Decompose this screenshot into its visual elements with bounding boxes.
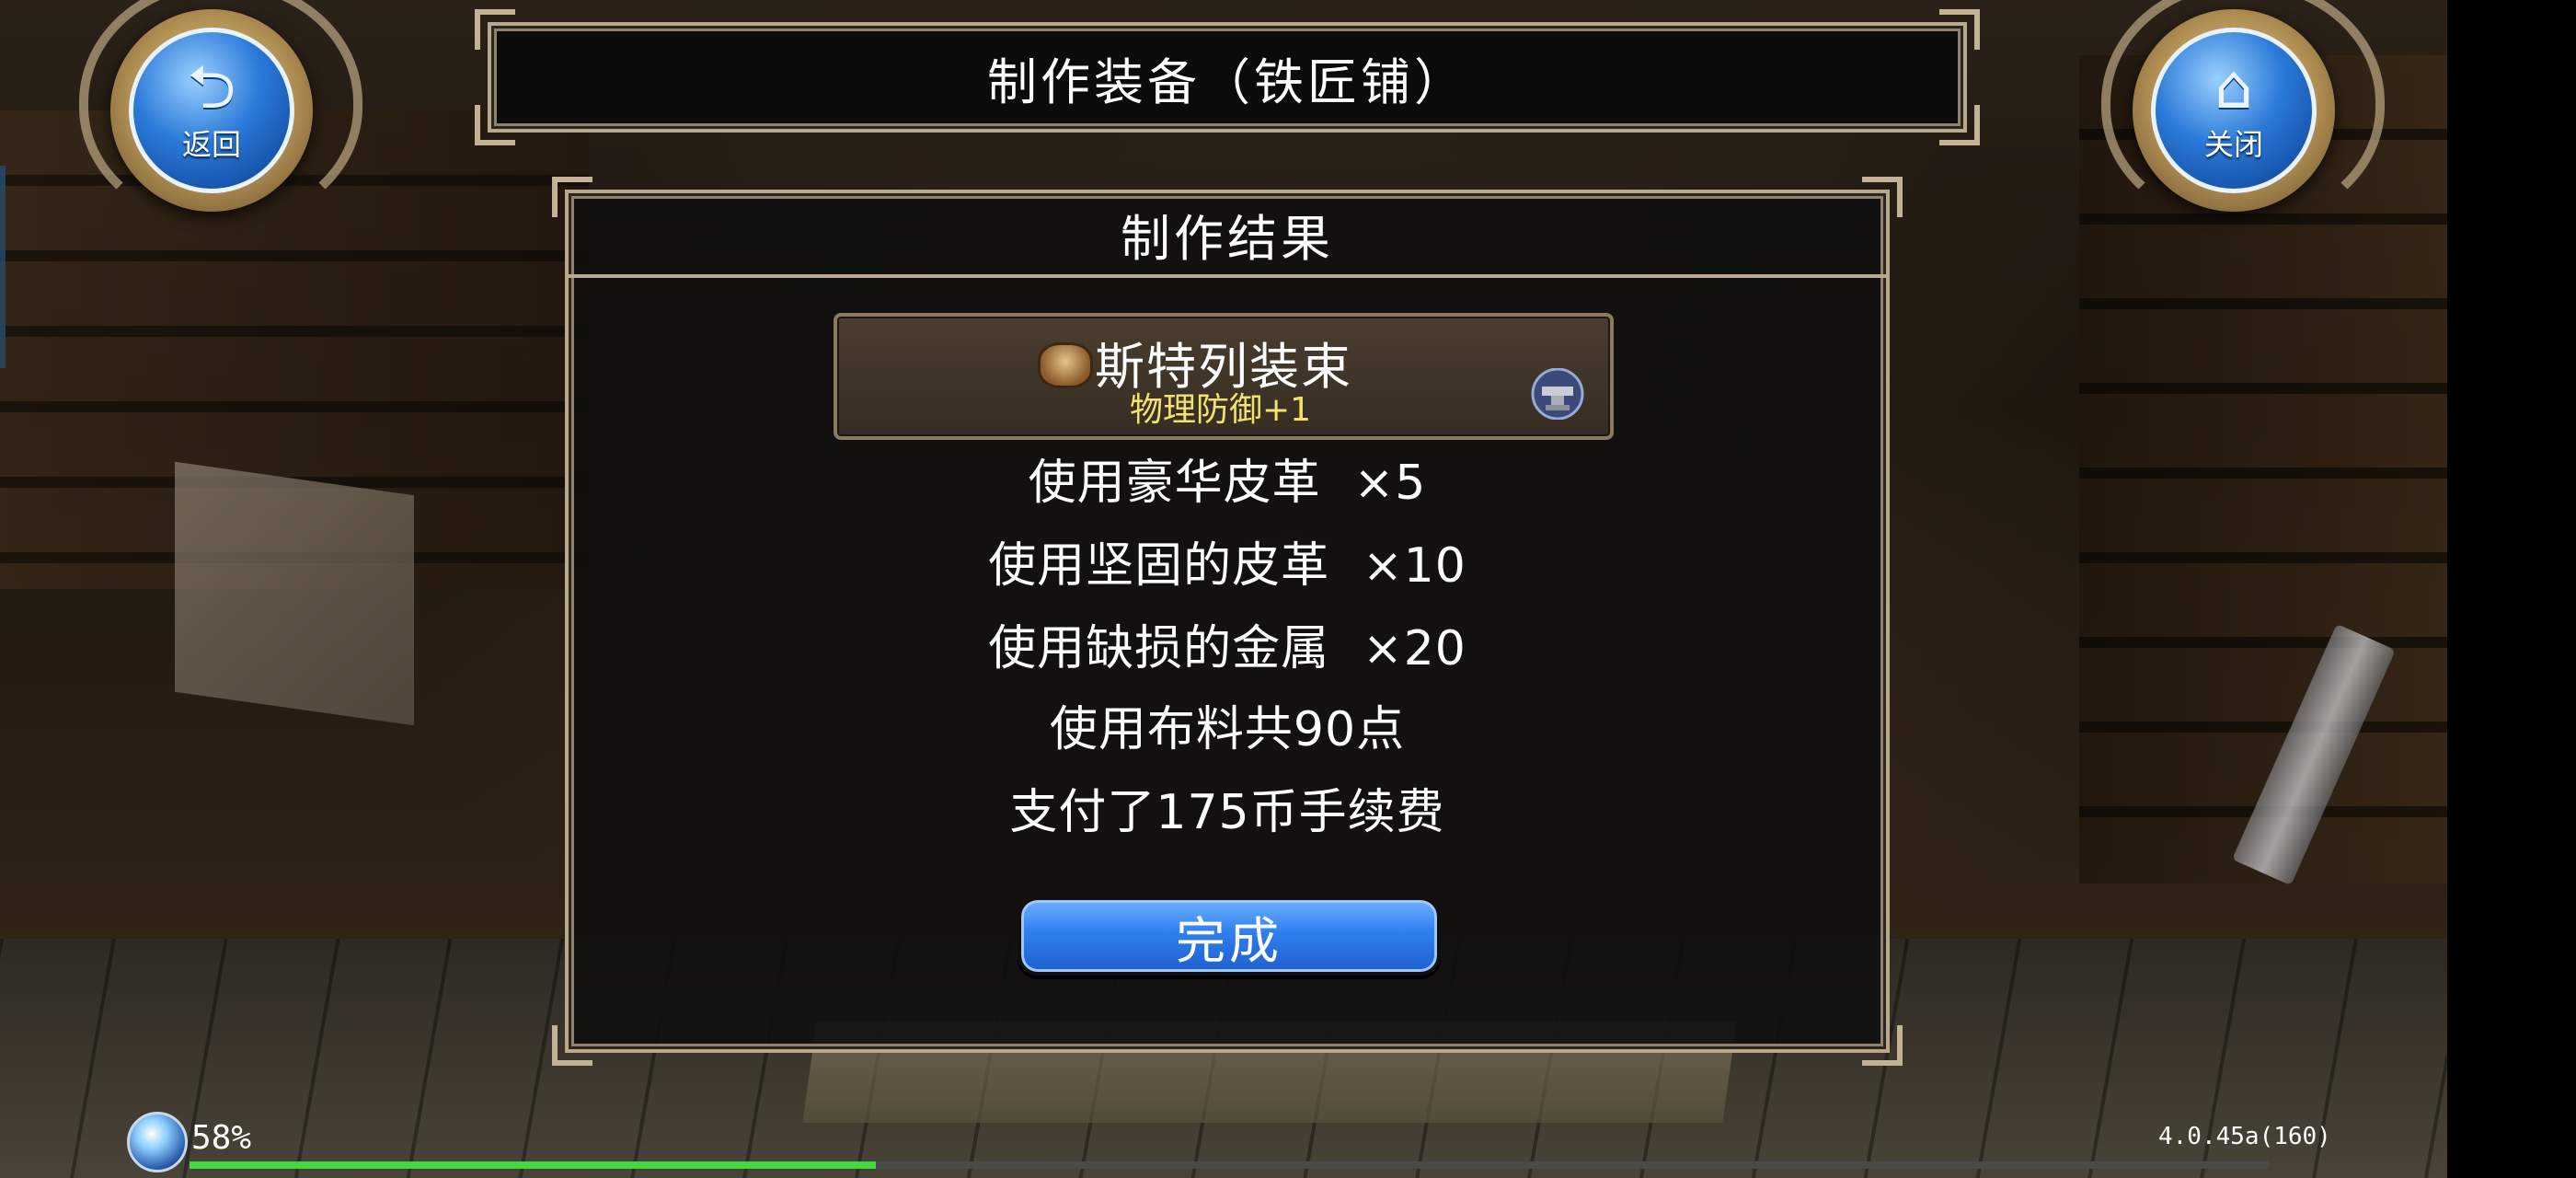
usage-qty: ×5: [1353, 456, 1427, 511]
game-screen: ⮌ 返回 制作装备（铁匠铺） ⌂ 关闭 制作结果 斯特列装束 物理防御+1 使用…: [0, 0, 2576, 1178]
xp-percent: 58%: [191, 1119, 252, 1157]
panel-title: 制作结果: [1121, 209, 1334, 268]
close-button[interactable]: ⌂ 关闭: [2101, 0, 2385, 226]
version-label: 4.0.45a(160): [2158, 1123, 2331, 1150]
usage-text: 使用布料共90点: [1049, 702, 1406, 757]
usage-text: 支付了175币手续费: [1009, 785, 1445, 840]
parchment-stand-background: [175, 461, 414, 726]
frame-corner: [475, 9, 515, 50]
ornate-ring: [79, 0, 362, 226]
list-item: 使用布料共90点: [569, 698, 1886, 762]
list-item: 使用豪华皮革 ×5: [569, 451, 1886, 515]
anvil-icon: [1531, 368, 1584, 420]
usage-text: 使用坚固的皮革: [988, 538, 1330, 594]
frame-corner: [1862, 1025, 1903, 1066]
done-button[interactable]: 完成: [1018, 896, 1441, 976]
xp-progress-bar: [190, 1161, 2269, 1169]
xp-progress-fill: [190, 1161, 876, 1169]
title-banner: 制作装备（铁匠铺）: [475, 9, 1980, 145]
list-item: 使用缺损的金属 ×20: [569, 617, 1886, 681]
panel-header: 制作结果: [569, 193, 1886, 278]
xp-orb-icon: [127, 1112, 188, 1172]
screen-edge: [2447, 0, 2576, 1178]
craft-result-panel: 制作结果 斯特列装束 物理防御+1 使用豪华皮革 ×5 使用坚固的皮革 ×10 使用…: [552, 177, 1903, 1066]
done-button-label: 完成: [1176, 911, 1282, 970]
back-button[interactable]: ⮌ 返回: [79, 0, 362, 226]
frame-corner: [475, 105, 515, 145]
edge-handle: [0, 166, 6, 368]
item-stat: 物理防御+1: [1130, 391, 1312, 429]
page-title: 制作装备（铁匠铺）: [987, 52, 1467, 111]
usage-text: 使用缺损的金属: [988, 621, 1330, 676]
usage-qty: ×10: [1363, 538, 1466, 594]
frame-corner: [1939, 9, 1980, 50]
ornate-ring: [2101, 0, 2385, 226]
usage-text: 使用豪华皮革: [1028, 456, 1321, 511]
crafted-item-card[interactable]: 斯特列装束 物理防御+1: [834, 313, 1614, 440]
list-item: 支付了175币手续费: [569, 780, 1886, 845]
armor-icon: [1038, 342, 1093, 388]
list-item: 使用坚固的皮革 ×10: [569, 534, 1886, 598]
frame-corner: [552, 1025, 592, 1066]
usage-qty: ×20: [1363, 621, 1466, 676]
frame-corner: [1939, 105, 1980, 145]
